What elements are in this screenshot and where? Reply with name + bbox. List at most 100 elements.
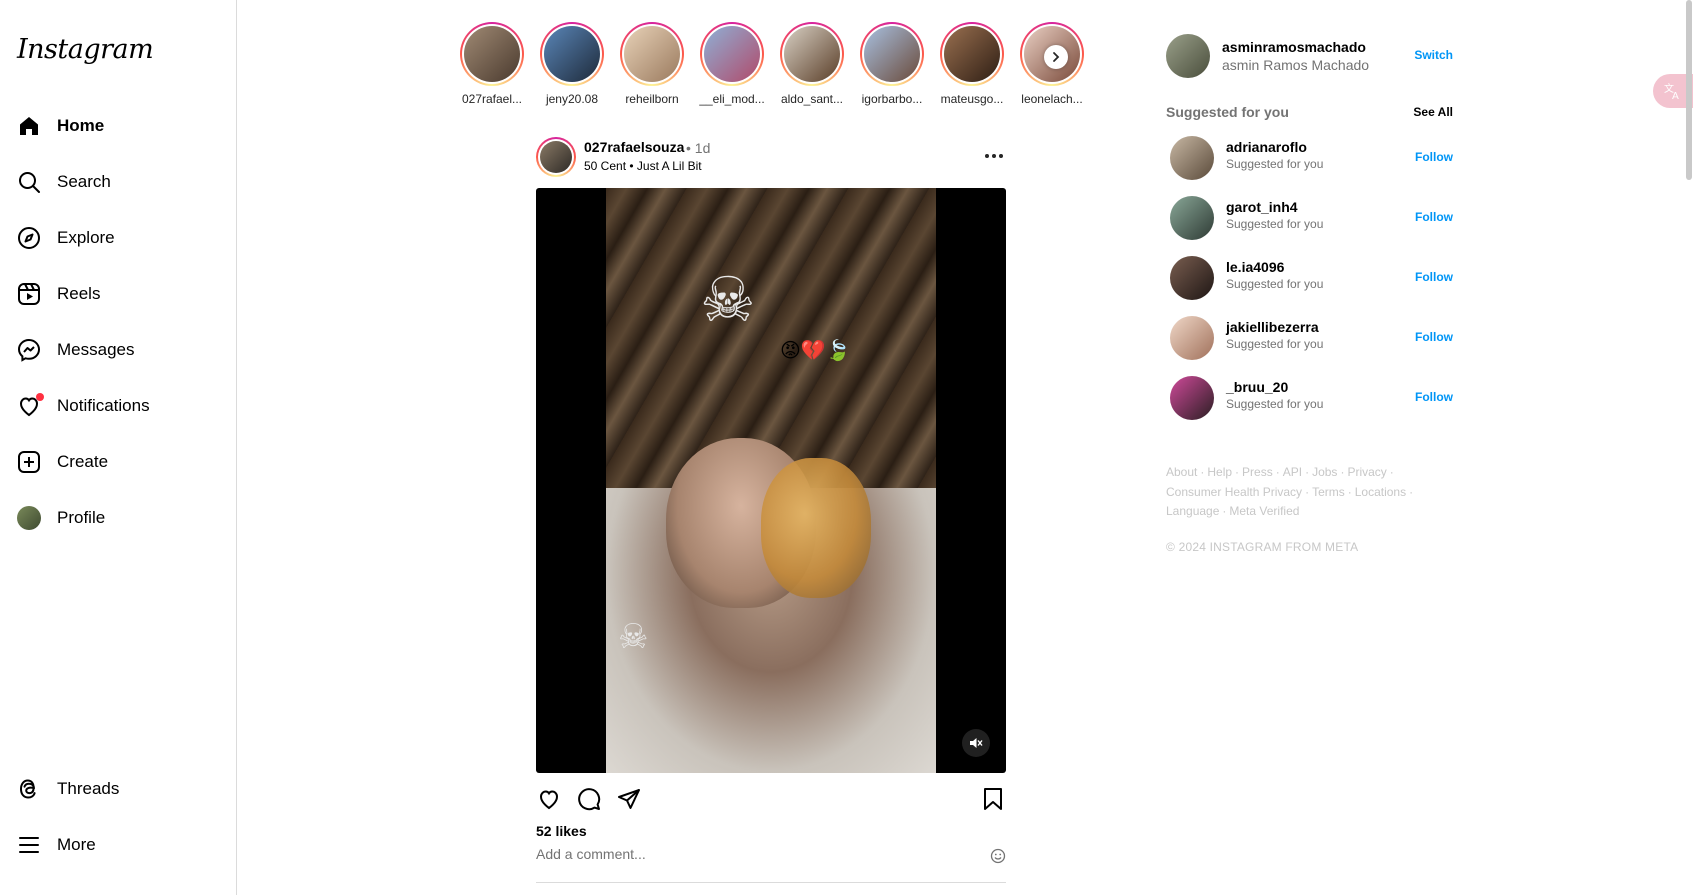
suggestion-row: _bruu_20 Suggested for you Follow — [1170, 376, 1453, 420]
emoji-icon[interactable] — [990, 848, 1006, 864]
footer-link-press[interactable]: Press — [1242, 465, 1273, 479]
sidebar-item-notifications[interactable]: Notifications — [16, 386, 221, 426]
stories-tray: 027rafael... jeny20.08 reheilborn __eli_… — [452, 22, 1092, 112]
share-icon[interactable] — [616, 786, 642, 812]
avatar[interactable] — [1170, 256, 1214, 300]
story-item[interactable]: 027rafael... — [452, 22, 532, 106]
sidebar-item-label: Explore — [57, 228, 115, 247]
comment-icon[interactable] — [576, 786, 602, 812]
follow-button[interactable]: Follow — [1415, 330, 1453, 344]
footer-link-api[interactable]: API — [1283, 465, 1302, 479]
post-header: 027rafaelsouza • 1d 50 Cent • Just A Lil… — [536, 136, 1006, 178]
footer-link-meta-verified[interactable]: Meta Verified — [1229, 504, 1299, 518]
likes-count[interactable]: 52 likes — [536, 823, 587, 839]
see-all-button[interactable]: See All — [1413, 105, 1453, 119]
current-user: asminramosmachado asmin Ramos Machado Sw… — [1166, 34, 1453, 78]
avatar[interactable] — [1166, 34, 1210, 78]
avatar[interactable] — [1170, 316, 1214, 360]
skull-sticker-icon: ☠ — [700, 266, 756, 335]
post-author-username[interactable]: 027rafaelsouza — [584, 139, 684, 155]
story-ring — [700, 22, 764, 86]
suggestion-row: jakiellibezerra Suggested for you Follow — [1170, 316, 1453, 360]
suggestion-subtext: Suggested for you — [1226, 337, 1324, 351]
footer-link-help[interactable]: Help — [1207, 465, 1232, 479]
sidebar-item-label: Messages — [57, 340, 135, 359]
like-icon[interactable] — [536, 786, 562, 812]
page-scrollbar[interactable] — [1686, 0, 1692, 180]
comment-input[interactable] — [536, 846, 966, 862]
footer-links: About · Help · Press · API · Jobs · Privacy · Consum… — [1166, 465, 1414, 518]
save-bookmark-icon[interactable] — [980, 786, 1006, 812]
home-icon — [16, 113, 42, 139]
post-author-avatar[interactable] — [536, 137, 576, 177]
footer-link-jobs[interactable]: Jobs — [1312, 465, 1337, 479]
follow-button[interactable]: Follow — [1415, 270, 1453, 284]
copyright: © 2024 INSTAGRAM FROM META — [1166, 540, 1359, 554]
story-item[interactable]: jeny20.08 — [532, 22, 612, 106]
story-item[interactable]: aldo_sant... — [772, 22, 852, 106]
avatar[interactable] — [1170, 136, 1214, 180]
footer-link-consumer-health-privacy[interactable]: Consumer Health Privacy — [1166, 485, 1302, 499]
mute-toggle-button[interactable] — [962, 729, 990, 757]
suggestion-username[interactable]: garot_inh4 — [1226, 199, 1298, 215]
post-timestamp[interactable]: • 1d — [686, 140, 710, 156]
sidebar-item-label: Reels — [57, 284, 101, 303]
follow-button[interactable]: Follow — [1415, 390, 1453, 404]
instagram-logo[interactable]: Instagram — [17, 34, 154, 65]
chevron-right-icon — [1053, 52, 1060, 62]
emoji-sticker: 😡💔🍃 — [780, 340, 851, 362]
sidebar-item-reels[interactable]: Reels — [16, 274, 221, 314]
switch-account-button[interactable]: Switch — [1414, 48, 1453, 62]
story-avatar — [544, 26, 600, 82]
suggestion-subtext: Suggested for you — [1226, 217, 1324, 231]
footer-link-about[interactable]: About — [1166, 465, 1197, 479]
follow-button[interactable]: Follow — [1415, 210, 1453, 224]
sidebar-item-label: Notifications — [57, 396, 150, 415]
story-item[interactable]: mateusgo... — [932, 22, 1012, 106]
sidebar-item-threads[interactable]: Threads — [16, 769, 221, 809]
sidebar-item-label: Home — [57, 116, 105, 135]
post-video[interactable]: ☠ ☠ 😡💔🍃 — [536, 188, 1006, 773]
story-item[interactable]: __eli_mod... — [692, 22, 772, 106]
suggestion-row: adrianaroflo Suggested for you Follow — [1170, 136, 1453, 180]
current-username[interactable]: asminramosmachado — [1222, 39, 1366, 55]
story-item[interactable]: igorbarbo... — [852, 22, 932, 106]
sidebar-item-profile[interactable]: Profile — [16, 498, 221, 538]
suggestions-title: Suggested for you — [1166, 104, 1289, 120]
story-username: igorbarbo... — [861, 92, 923, 106]
story-username: leonelach... — [1021, 92, 1083, 106]
story-username: mateusgo... — [940, 92, 1004, 106]
suggestion-username[interactable]: _bruu_20 — [1226, 379, 1288, 395]
story-avatar — [944, 26, 1000, 82]
sidebar-item-search[interactable]: Search — [16, 162, 221, 202]
footer-link-terms[interactable]: Terms — [1312, 485, 1345, 499]
plus-square-icon — [16, 449, 42, 475]
story-avatar — [864, 26, 920, 82]
video-figure-cup — [761, 458, 871, 598]
suggestion-username[interactable]: le.ia4096 — [1226, 259, 1284, 275]
profile-icon-wrap — [16, 505, 42, 531]
story-item[interactable]: reheilborn — [612, 22, 692, 106]
sidebar-item-explore[interactable]: Explore — [16, 218, 221, 258]
search-icon — [16, 169, 42, 195]
sidebar-item-home[interactable]: Home — [16, 106, 221, 146]
follow-button[interactable]: Follow — [1415, 150, 1453, 164]
story-ring — [940, 22, 1004, 86]
suggestion-username[interactable]: adrianaroflo — [1226, 139, 1307, 155]
more-options-icon[interactable] — [982, 144, 1006, 168]
post-audio-link[interactable]: 50 Cent • Just A Lil Bit — [584, 159, 702, 173]
svg-text:A: A — [1672, 91, 1679, 101]
hamburger-icon — [16, 832, 42, 858]
footer-link-privacy[interactable]: Privacy — [1347, 465, 1386, 479]
footer-link-locations[interactable]: Locations — [1355, 485, 1406, 499]
stories-next-button[interactable] — [1044, 45, 1068, 69]
sidebar-item-label: Search — [57, 172, 111, 191]
avatar[interactable] — [1170, 376, 1214, 420]
footer-link-language[interactable]: Language — [1166, 504, 1219, 518]
sidebar-item-label: More — [57, 835, 96, 854]
sidebar-item-messages[interactable]: Messages — [16, 330, 221, 370]
avatar[interactable] — [1170, 196, 1214, 240]
sidebar-item-create[interactable]: Create — [16, 442, 221, 482]
suggestion-username[interactable]: jakiellibezerra — [1226, 319, 1319, 335]
sidebar-item-more[interactable]: More — [16, 825, 221, 865]
